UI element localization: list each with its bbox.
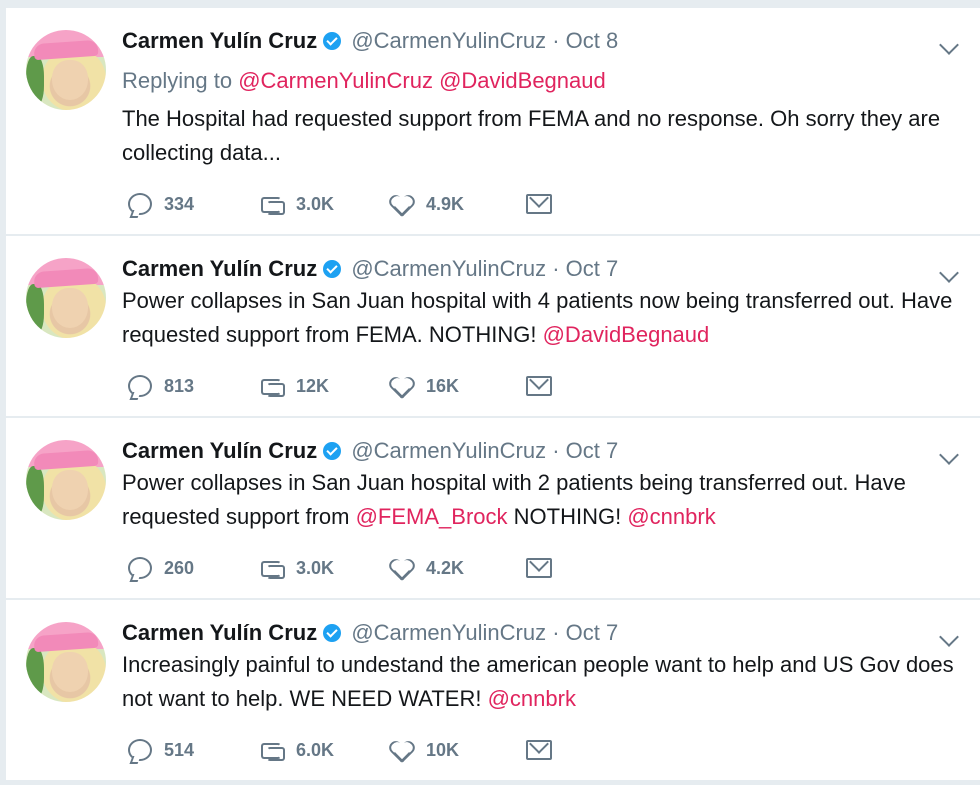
retweet-count: 6.0K: [296, 739, 335, 760]
like-count: 16K: [426, 375, 460, 396]
verified-badge-icon: [323, 442, 342, 460]
author-handle[interactable]: @CarmenYulinCruz: [351, 28, 546, 53]
reply-button[interactable]: 514: [128, 739, 258, 761]
tweet-actions: 334 3.0K 4.9K: [128, 189, 552, 219]
mail-icon: [526, 558, 552, 578]
tweet-text: Increasingly painful to undestand the am…: [122, 648, 962, 716]
mail-icon: [526, 376, 552, 396]
verified-badge-icon: [323, 260, 342, 278]
tweet-timestamp[interactable]: Oct 7: [566, 256, 619, 281]
tweet[interactable]: Carmen Yulín Cruz @CarmenYulinCruz · Oct…: [6, 236, 980, 416]
author-name[interactable]: Carmen Yulín Cruz: [122, 28, 317, 53]
tweet[interactable]: Carmen Yulín Cruz @CarmenYulinCruz · Oct…: [6, 418, 980, 598]
tweet-text: The Hospital had requested support from …: [122, 106, 941, 165]
reply-button[interactable]: 334: [128, 193, 258, 215]
retweet-count: 3.0K: [296, 557, 335, 578]
heart-icon: [390, 557, 414, 579]
separator-dot: ·: [552, 620, 560, 645]
tweet[interactable]: Carmen Yulín Cruz @CarmenYulinCruz · Oct…: [6, 600, 980, 780]
heart-icon: [390, 193, 414, 215]
tweet-header: Carmen Yulín Cruz @CarmenYulinCruz · Oct…: [122, 436, 618, 466]
retweet-count: 12K: [296, 375, 330, 396]
mention-link[interactable]: @cnnbrk: [488, 686, 576, 711]
tweet-timestamp[interactable]: Oct 8: [566, 28, 619, 53]
reply-icon: [128, 375, 152, 397]
verified-badge-icon: [323, 32, 342, 50]
author-handle[interactable]: @CarmenYulinCruz: [351, 256, 546, 281]
mention-link[interactable]: @DavidBegnaud: [439, 68, 606, 93]
retweet-count: 3.0K: [296, 193, 335, 214]
reply-count: 813: [164, 375, 195, 396]
chevron-down-icon[interactable]: [939, 35, 959, 55]
like-button[interactable]: 4.9K: [390, 193, 526, 215]
reply-button[interactable]: 260: [128, 557, 258, 579]
author-handle[interactable]: @CarmenYulinCruz: [351, 620, 546, 645]
chevron-down-icon[interactable]: [939, 445, 959, 465]
mention-link[interactable]: @DavidBegnaud: [543, 322, 710, 347]
retweet-button[interactable]: 6.0K: [258, 740, 390, 761]
separator-dot: ·: [552, 28, 560, 53]
mention-link[interactable]: @FEMA_Brock: [356, 504, 508, 529]
mention-link[interactable]: @cnnbrk: [627, 504, 715, 529]
like-count: 10K: [426, 739, 460, 760]
heart-icon: [390, 375, 414, 397]
tweet-actions: 514 6.0K 10K: [128, 735, 552, 765]
retweet-button[interactable]: 3.0K: [258, 194, 390, 215]
tweet-feed: Carmen Yulín Cruz @CarmenYulinCruz · Oct…: [0, 0, 980, 785]
verified-badge-icon: [323, 624, 342, 642]
direct-message-button[interactable]: [526, 376, 552, 396]
retweet-icon: [258, 558, 285, 579]
like-button[interactable]: 16K: [390, 375, 526, 397]
reply-count: 334: [164, 193, 195, 214]
separator-dot: ·: [552, 256, 560, 281]
avatar[interactable]: [26, 30, 106, 110]
direct-message-button[interactable]: [526, 194, 552, 214]
tweet-text-body: Power collapses in San Juan hospital wit…: [122, 288, 953, 347]
reply-count: 260: [164, 557, 195, 578]
like-button[interactable]: 10K: [390, 739, 526, 761]
avatar[interactable]: [26, 258, 106, 338]
like-count: 4.2K: [426, 557, 465, 578]
author-name[interactable]: Carmen Yulín Cruz: [122, 620, 317, 645]
reply-icon: [128, 739, 152, 761]
direct-message-button[interactable]: [526, 740, 552, 760]
tweet-actions: 813 12K 16K: [128, 371, 552, 401]
tweet-timestamp[interactable]: Oct 7: [566, 620, 619, 645]
reply-button[interactable]: 813: [128, 375, 258, 397]
direct-message-button[interactable]: [526, 558, 552, 578]
mail-icon: [526, 740, 552, 760]
retweet-button[interactable]: 12K: [258, 376, 390, 397]
separator-dot: ·: [552, 438, 560, 463]
avatar[interactable]: [26, 622, 106, 702]
replying-to: Replying to @CarmenYulinCruz @DavidBegna…: [122, 68, 606, 94]
retweet-button[interactable]: 3.0K: [258, 558, 390, 579]
chevron-down-icon[interactable]: [939, 627, 959, 647]
tweet[interactable]: Carmen Yulín Cruz @CarmenYulinCruz · Oct…: [6, 8, 980, 234]
reply-icon: [128, 557, 152, 579]
tweet-text-body: NOTHING!: [513, 504, 622, 529]
author-handle[interactable]: @CarmenYulinCruz: [351, 438, 546, 463]
reply-count: 514: [164, 739, 195, 760]
heart-icon: [390, 739, 414, 761]
author-name[interactable]: Carmen Yulín Cruz: [122, 256, 317, 281]
tweet-text: Power collapses in San Juan hospital wit…: [122, 284, 962, 352]
mail-icon: [526, 194, 552, 214]
avatar[interactable]: [26, 440, 106, 520]
chevron-down-icon[interactable]: [939, 263, 959, 283]
tweet-timestamp[interactable]: Oct 7: [566, 438, 619, 463]
mention-link[interactable]: @CarmenYulinCruz: [238, 68, 433, 93]
tweet-text: Power collapses in San Juan hospital wit…: [122, 466, 962, 534]
like-count: 4.9K: [426, 193, 465, 214]
reply-icon: [128, 193, 152, 215]
tweet-header: Carmen Yulín Cruz @CarmenYulinCruz · Oct…: [122, 26, 618, 56]
replying-to-label: Replying to: [122, 68, 233, 93]
retweet-icon: [258, 740, 285, 761]
tweet-actions: 260 3.0K 4.2K: [128, 553, 552, 583]
like-button[interactable]: 4.2K: [390, 557, 526, 579]
retweet-icon: [258, 376, 285, 397]
tweet-header: Carmen Yulín Cruz @CarmenYulinCruz · Oct…: [122, 618, 618, 648]
retweet-icon: [258, 194, 285, 215]
tweet-header: Carmen Yulín Cruz @CarmenYulinCruz · Oct…: [122, 254, 618, 284]
author-name[interactable]: Carmen Yulín Cruz: [122, 438, 317, 463]
